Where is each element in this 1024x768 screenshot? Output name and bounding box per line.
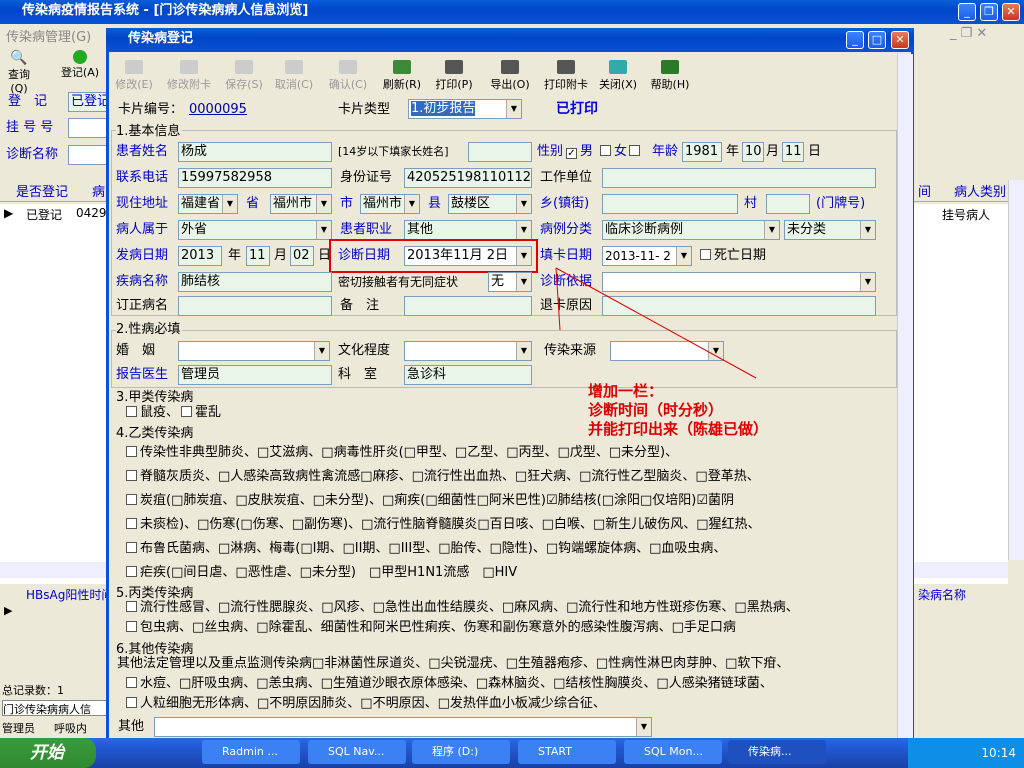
other-dropdown-icon: ▼ bbox=[636, 718, 651, 736]
class-b-text-3: 炭疽(□肺炭疽、□皮肤炭疽、□未分型)、□痢疾(□细菌性□阿米巴性)☑肺结核(□… bbox=[140, 493, 735, 508]
annotation-line-2 bbox=[555, 267, 561, 331]
taskbar-item-program[interactable]: 程序 (D:) bbox=[412, 740, 510, 764]
class-b-line-5[interactable]: 布鲁氏菌病、□淋病、梅毒(□I期、□II期、□III型、□胎传、□隐性)、□钩端… bbox=[124, 539, 726, 559]
other-line-2[interactable]: 水痘、□肝吸虫病、□恙虫病、□生殖道沙眼衣原体感染、□森林脑炎、□结核性胸膜炎、… bbox=[124, 674, 773, 694]
dialog-scrollbar[interactable] bbox=[897, 54, 913, 738]
plague-label: 鼠疫、 bbox=[140, 405, 180, 420]
cholera-checkbox[interactable] bbox=[181, 406, 193, 417]
class-b-checkbox[interactable] bbox=[126, 494, 137, 505]
annotation-line bbox=[555, 267, 757, 379]
class-c-checkbox[interactable] bbox=[126, 601, 137, 612]
class-a-list[interactable]: 鼠疫、 霍乱 bbox=[124, 403, 221, 423]
other-text-1: 其他法定管理以及重点监测传染病□非淋菌性尿道炎、□尖锐湿疣、□生殖器疱疹、□性病… bbox=[117, 656, 790, 671]
other-text-2: 水痘、□肝吸虫病、□恙虫病、□生殖道沙眼衣原体感染、□森林脑炎、□结核性胸膜炎、… bbox=[140, 676, 773, 691]
taskbar-item-disease[interactable]: 传染病... bbox=[728, 740, 826, 764]
class-b-text-4: 未痰检)、□伤寒(□伤寒、□副伤寒)、□流行性脑脊髓膜炎□百日咳、□白喉、□新生… bbox=[140, 517, 761, 532]
start-label: 开始 bbox=[30, 743, 64, 763]
system-tray: 10:14 bbox=[908, 738, 1024, 768]
cholera-label: 霍乱 bbox=[195, 405, 222, 420]
class-b-checkbox[interactable] bbox=[126, 566, 137, 577]
class-c-line-2[interactable]: 包虫病、□丝虫病、□除霍乱、细菌性和阿米巴性痢疾、伤寒和副伤寒意外的感染性腹泻病… bbox=[124, 618, 736, 638]
class-b-text-2: 脊髓灰质炎、□人感染高致病性禽流感□麻疹、□流行性出血热、□狂犬病、□流行性乙型… bbox=[140, 469, 760, 484]
other-checkbox[interactable] bbox=[126, 697, 137, 708]
other-line-3[interactable]: 人粒细胞无形体病、□不明原因肺炎、□不明原因、□发热伴血小板减少综合征、 bbox=[124, 694, 606, 714]
taskbar-item-sqlmon[interactable]: SQL Mon... bbox=[624, 740, 722, 764]
class-b-line-4[interactable]: 未痰检)、□伤寒(□伤寒、□副伤寒)、□流行性脑脊髓膜炎□百日咳、□白喉、□新生… bbox=[124, 515, 760, 535]
class-c-text-1: 流行性感冒、□流行性腮腺炎、□风疹、□急性出血性结膜炎、□麻风病、□流行性和地方… bbox=[140, 600, 799, 615]
class-b-checkbox[interactable] bbox=[126, 446, 137, 457]
class-b-line-2[interactable]: 脊髓灰质炎、□人感染高致病性禽流感□麻疹、□流行性出血热、□狂犬病、□流行性乙型… bbox=[124, 467, 760, 487]
start-button[interactable]: 开始 bbox=[0, 738, 96, 768]
other-text-3: 人粒细胞无形体病、□不明原因肺炎、□不明原因、□发热伴血小板减少综合征、 bbox=[140, 696, 606, 711]
taskbar-item-sqlnav[interactable]: SQL Nav... bbox=[308, 740, 406, 764]
other-select[interactable]: ▼ bbox=[154, 717, 652, 737]
class-b-title: 4.乙类传染病 bbox=[116, 426, 194, 441]
class-c-checkbox[interactable] bbox=[126, 621, 137, 632]
plague-checkbox[interactable] bbox=[126, 406, 137, 417]
other-line-1[interactable]: 其他法定管理以及重点监测传染病□非淋菌性尿道炎、□尖锐湿疣、□生殖器疱疹、□性病… bbox=[117, 654, 789, 674]
class-b-text-5: 布鲁氏菌病、□淋病、梅毒(□I期、□II期、□III型、□胎传、□隐性)、□钩端… bbox=[140, 541, 727, 556]
clock: 10:14 bbox=[981, 746, 1016, 760]
class-c-text-2: 包虫病、□丝虫病、□除霍乱、细菌性和阿米巴性痢疾、伤寒和副伤寒意外的感染性腹泻病… bbox=[140, 620, 736, 635]
other-select-label: 其他 bbox=[118, 719, 145, 734]
class-b-checkbox[interactable] bbox=[126, 470, 137, 481]
taskbar-item-radmin[interactable]: Radmin ... bbox=[202, 740, 300, 764]
class-b-checkbox[interactable] bbox=[126, 542, 137, 553]
class-b-checkbox[interactable] bbox=[126, 518, 137, 529]
class-b-text-1: 传染性非典型肺炎、□艾滋病、□病毒性肝炎(□甲型、□乙型、□丙型、□戊型、□未分… bbox=[140, 445, 679, 460]
annotation-note: 增加一栏： 诊断时间（时分秒） 并能打印出来（陈雄已做） bbox=[588, 382, 768, 439]
other-checkbox[interactable] bbox=[126, 677, 137, 688]
class-c-line-1[interactable]: 流行性感冒、□流行性腮腺炎、□风疹、□急性出血性结膜炎、□麻风病、□流行性和地方… bbox=[124, 598, 799, 618]
class-b-line-6[interactable]: 疟疾(□间日虐、□恶性虐、□未分型) □甲型H1N1流感 □HIV bbox=[124, 563, 517, 583]
taskbar-item-start[interactable]: START bbox=[518, 740, 616, 764]
annotation-line-3: 并能打印出来（陈雄已做） bbox=[588, 420, 769, 438]
taskbar bbox=[0, 738, 1024, 768]
annotation-line-2-text: 诊断时间（时分秒） bbox=[588, 401, 724, 419]
class-b-line-1[interactable]: 传染性非典型肺炎、□艾滋病、□病毒性肝炎(□甲型、□乙型、□丙型、□戊型、□未分… bbox=[124, 443, 678, 463]
class-b-line-3[interactable]: 炭疽(□肺炭疽、□皮肤炭疽、□未分型)、□痢疾(□细菌性□阿米巴性)☑肺结核(□… bbox=[124, 491, 734, 511]
annotation-line-1: 增加一栏： bbox=[588, 382, 664, 400]
class-b-text-6: 疟疾(□间日虐、□恶性虐、□未分型) □甲型H1N1流感 □HIV bbox=[140, 565, 518, 580]
